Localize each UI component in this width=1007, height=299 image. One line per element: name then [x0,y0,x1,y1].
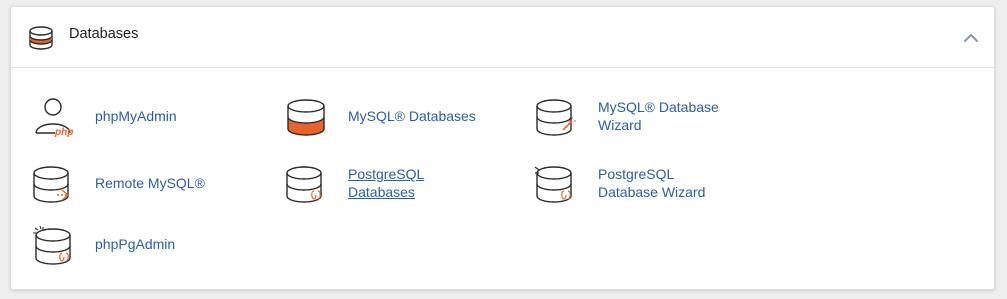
item-mysql-databases[interactable]: MySQL® Databases [284,97,514,141]
chevron-up-icon[interactable] [960,27,982,49]
postgresql-databases-icon [286,166,322,203]
item-postgresql-database-wizard[interactable]: PostgreSQL Database Wizard [534,164,764,208]
database-group-icon [29,26,53,50]
item-postgresql-databases[interactable]: PostgreSQL Databases [284,164,514,208]
item-label: phpPgAdmin [95,236,176,252]
item-remote-mysql[interactable]: Remote MySQL® [31,164,251,208]
panel-title: Databases [69,26,139,42]
item-label: Remote MySQL® [95,175,205,191]
phppgadmin-icon [33,225,71,265]
item-label: PostgreSQL Database Wizard [598,166,706,200]
item-phppgadmin[interactable]: phpPgAdmin [31,225,251,269]
databases-panel: Databases php phpMyAdmin MySQL® Database… [10,6,995,290]
item-mysql-database-wizard[interactable]: MySQL® Database Wizard [534,97,764,141]
item-phpmyadmin[interactable]: php phpMyAdmin [31,97,251,141]
mysql-databases-icon [287,99,325,136]
svg-text:php: php [54,127,73,138]
item-label: MySQL® Database Wizard [598,99,719,133]
postgresql-wizard-icon [534,166,572,203]
panel-header[interactable]: Databases [11,7,994,68]
item-label: phpMyAdmin [95,108,177,124]
remote-mysql-icon [33,166,70,203]
mysql-wizard-icon [536,99,576,136]
phpmyadmin-icon: php [35,98,73,138]
item-label: MySQL® Databases [348,108,476,124]
item-label: PostgreSQL Databases [348,166,425,200]
